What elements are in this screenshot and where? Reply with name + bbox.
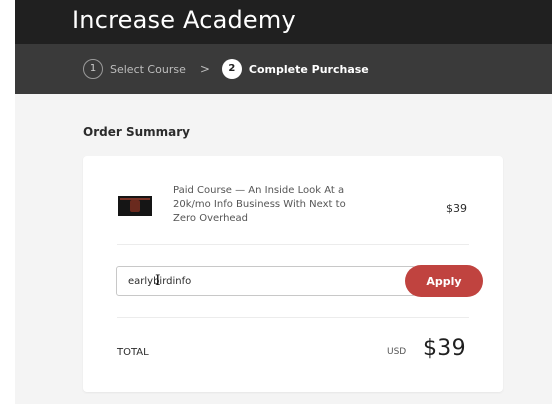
step-label-select-course: Select Course [110,62,186,76]
product-line-item: Paid Course — An Inside Look At a 20k/mo… [83,156,503,244]
coupon-code-input[interactable] [116,266,416,296]
brand-title: Increase Academy [72,6,296,34]
total-currency: USD [387,347,407,357]
step-number-1: 1 [83,59,103,79]
step-number-2: 2 [221,59,242,79]
step-label-complete-purchase: Complete Purchase [248,62,369,76]
checkout-steps: 1 Select Course > 2 Complete Purchase [15,44,552,94]
site-header: Increase Academy [15,0,552,44]
order-summary-card: Paid Course — An Inside Look At a 20k/mo… [83,156,503,392]
chevron-right-icon: > [199,62,210,76]
apply-coupon-button[interactable]: Apply [405,265,483,297]
total-row: TOTAL USD $39 [83,334,503,374]
total-label: TOTAL [117,347,149,358]
coupon-row: Apply I [83,264,503,300]
total-amount: $39 [423,336,466,361]
order-summary-title: Order Summary [83,125,190,139]
course-thumbnail [118,196,152,216]
step-select-course[interactable]: 1 Select Course [83,59,186,79]
checkout-page: Increase Academy 1 Select Course > 2 Com… [15,0,552,404]
product-price: $39 [446,202,467,215]
divider [117,317,469,318]
step-complete-purchase: 2 Complete Purchase [221,59,369,79]
product-name: Paid Course — An Inside Look At a 20k/mo… [173,185,346,224]
divider [117,244,469,245]
